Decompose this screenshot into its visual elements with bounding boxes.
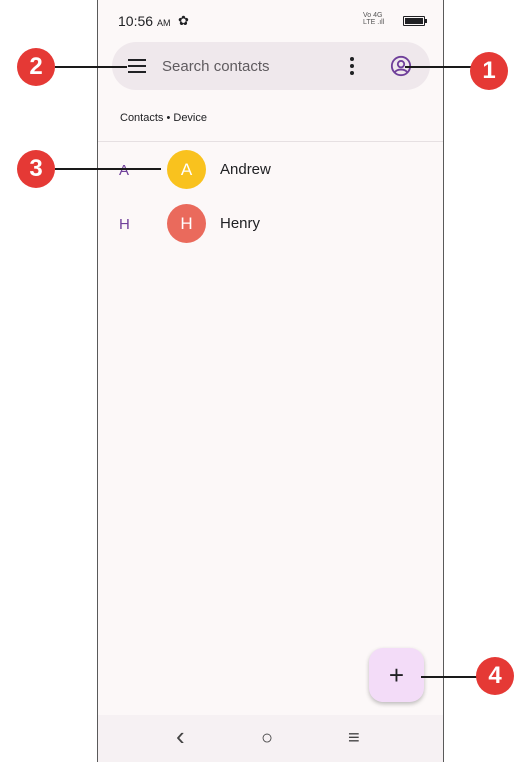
recents-icon[interactable]: ≡ xyxy=(348,727,360,750)
callout-leader-1 xyxy=(405,66,472,68)
index-letter: H xyxy=(119,216,130,233)
callout-leader-3 xyxy=(55,168,161,170)
contact-row[interactable]: A A Andrew xyxy=(98,150,443,190)
navigation-bar: ‹ ○ ≡ xyxy=(98,715,443,762)
callout-1: 1 xyxy=(470,52,508,90)
status-time-value: 10:56 xyxy=(118,13,154,29)
search-input[interactable]: Search contacts xyxy=(162,58,270,75)
gear-icon: ✿ xyxy=(178,13,189,28)
callout-4: 4 xyxy=(476,657,514,695)
more-options-icon[interactable] xyxy=(350,56,354,76)
battery-icon xyxy=(403,16,427,26)
callout-leader-4 xyxy=(421,676,478,678)
network-4g: 4G xyxy=(373,12,383,19)
contact-row[interactable]: H H Henry xyxy=(98,204,443,244)
network-indicator: Vo 4G LTE .ıll xyxy=(363,12,384,26)
search-bar[interactable]: Search contacts xyxy=(112,42,430,90)
back-icon[interactable]: ‹ xyxy=(176,721,185,752)
avatar: H xyxy=(167,204,206,243)
add-contact-button[interactable]: + xyxy=(369,648,424,702)
avatar: A xyxy=(167,150,206,189)
network-vo: Vo xyxy=(363,12,372,19)
signal-icon: .ıll xyxy=(377,19,385,26)
phone-screen: 10:56 AM ✿ Vo 4G LTE .ıll Search contact… xyxy=(97,0,444,762)
section-label: Contacts • Device xyxy=(120,112,207,124)
network-lte: LTE xyxy=(363,19,376,26)
contact-name: Henry xyxy=(220,215,261,232)
status-ampm: AM xyxy=(156,18,171,28)
callout-leader-2 xyxy=(55,66,127,68)
status-time: 10:56 AM xyxy=(118,13,170,29)
divider xyxy=(98,141,443,142)
home-icon[interactable]: ○ xyxy=(261,727,273,750)
menu-icon[interactable] xyxy=(128,59,146,73)
callout-3: 3 xyxy=(17,150,55,188)
index-letter: A xyxy=(119,162,130,179)
callout-2: 2 xyxy=(17,48,55,86)
status-bar: 10:56 AM ✿ Vo 4G LTE .ıll xyxy=(98,0,443,40)
contact-name: Andrew xyxy=(220,161,271,178)
